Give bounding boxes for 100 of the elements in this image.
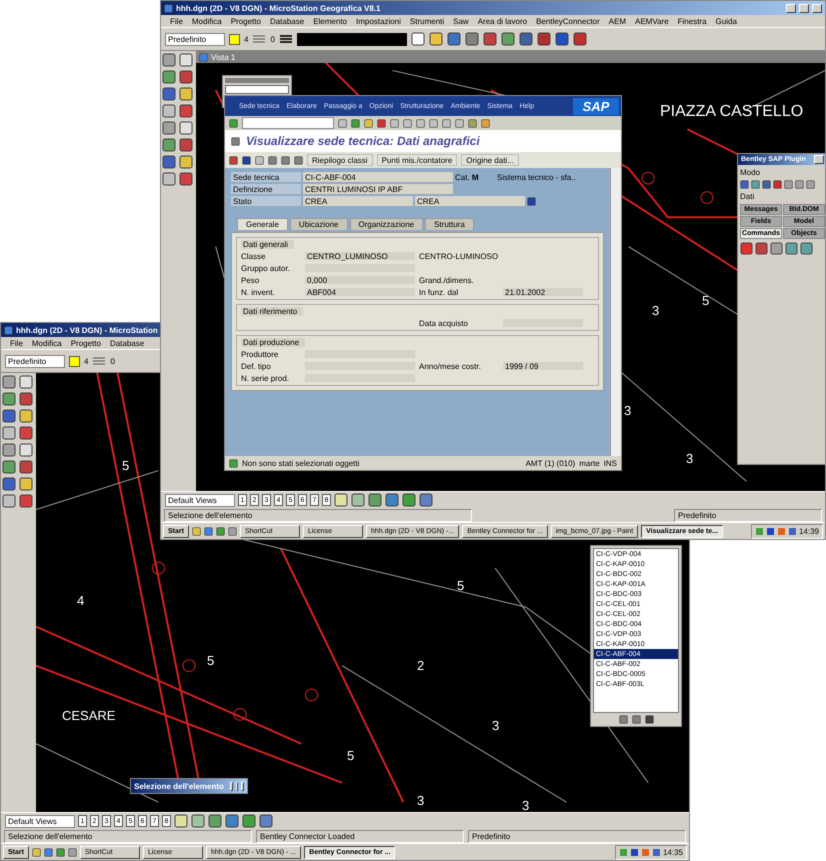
tool-icon[interactable] — [19, 392, 33, 406]
toolbar-icon[interactable] — [446, 32, 461, 46]
tool-icon[interactable] — [162, 87, 176, 101]
tool-icon[interactable] — [179, 87, 193, 101]
menu-item[interactable]: Database — [268, 16, 306, 26]
view-tool-icon[interactable] — [351, 493, 365, 507]
tool-icon[interactable] — [2, 392, 16, 406]
tool-icon[interactable] — [162, 104, 176, 118]
app-toolbar-button[interactable]: Origine dati... — [461, 154, 519, 166]
tool-icon[interactable] — [162, 53, 176, 67]
command-field[interactable] — [242, 117, 334, 129]
level-combo[interactable]: Predefinito — [5, 354, 65, 368]
tool-icon[interactable] — [179, 121, 193, 135]
menu-item[interactable]: Modifica — [190, 16, 223, 26]
menu-item[interactable]: Elemento — [312, 16, 348, 26]
tool-icon[interactable] — [2, 477, 16, 491]
menu-item[interactable]: Area di lavoro — [476, 16, 528, 26]
app-icon[interactable] — [4, 326, 13, 334]
view-tool-icon[interactable] — [334, 493, 348, 507]
command-icon[interactable] — [755, 242, 768, 255]
tab[interactable]: Ubicazione — [290, 218, 348, 230]
menu-item[interactable]: Strumenti — [408, 16, 446, 26]
menu-item[interactable]: AEMVare — [634, 16, 670, 26]
tab[interactable]: Struttura — [425, 218, 474, 230]
menu-item[interactable]: Modifica — [30, 338, 63, 348]
command-icon[interactable] — [800, 242, 813, 255]
tool-icon[interactable] — [162, 70, 176, 84]
menu-item[interactable]: File — [9, 338, 24, 348]
close-button[interactable] — [814, 155, 824, 164]
tool-icon[interactable] — [19, 426, 33, 440]
toolbar-icon[interactable] — [464, 32, 479, 46]
menu-item[interactable]: Impostazioni — [354, 16, 402, 26]
view-tool-icon[interactable] — [419, 493, 433, 507]
toolbar-icon[interactable] — [554, 32, 569, 46]
style-value[interactable]: 0 — [110, 356, 115, 366]
view-tool-icon[interactable] — [174, 814, 188, 828]
style-value[interactable]: 0 — [270, 34, 275, 44]
field-value[interactable]: CI-C-ABF-004 — [303, 172, 453, 182]
field-value[interactable]: CREA — [303, 196, 413, 206]
app-toolbar-button[interactable]: Riepilogo classi — [307, 154, 373, 166]
toolbar-icon[interactable] — [482, 32, 497, 46]
tool-icon[interactable] — [179, 138, 193, 152]
app-icon[interactable] — [164, 4, 173, 12]
tool-icon[interactable] — [19, 375, 33, 389]
color-value[interactable]: 4 — [244, 34, 248, 44]
color-swatch[interactable] — [69, 356, 80, 366]
view-tool-icon[interactable] — [385, 493, 399, 507]
field-value[interactable]: 1999 / 09 — [503, 362, 583, 370]
tool-icon[interactable] — [162, 138, 176, 152]
color-swatch[interactable] — [229, 34, 240, 44]
toolbar-icon[interactable] — [572, 32, 587, 46]
line-style-icon[interactable] — [252, 34, 266, 44]
menu-item[interactable]: Saw — [452, 16, 470, 26]
view-tool-icon[interactable] — [242, 814, 256, 828]
toolbar-icon[interactable] — [536, 32, 551, 46]
tool-icon[interactable] — [162, 155, 176, 169]
info-icon[interactable] — [527, 196, 536, 206]
toolbar-icon[interactable] — [410, 32, 425, 46]
enter-icon[interactable] — [229, 118, 238, 128]
view-icon[interactable] — [199, 52, 208, 62]
tab[interactable]: Generale — [237, 218, 288, 230]
tool-icon[interactable] — [179, 172, 193, 186]
tool-icon[interactable] — [19, 443, 33, 457]
tool-icon[interactable] — [19, 460, 33, 474]
field-value[interactable]: 0,000 — [305, 276, 415, 284]
tool-icon[interactable] — [2, 460, 16, 474]
level-combo[interactable]: Predefinito — [165, 32, 225, 46]
tool-icon[interactable] — [2, 443, 16, 457]
tool-icon[interactable] — [162, 121, 176, 135]
tool-icon[interactable] — [2, 494, 16, 508]
menu-item[interactable]: BentleyConnector — [535, 16, 601, 26]
tool-icon[interactable] — [2, 375, 16, 389]
menu-item[interactable]: Progetto — [230, 16, 262, 26]
view-tool-icon[interactable] — [191, 814, 205, 828]
view-tool-icon[interactable] — [225, 814, 239, 828]
color-value[interactable]: 4 — [84, 356, 88, 366]
line-style-icon[interactable] — [92, 356, 106, 366]
view-tool-icon[interactable] — [402, 493, 416, 507]
tool-icon[interactable] — [19, 494, 33, 508]
field-value[interactable]: ABF004 — [305, 288, 415, 296]
app-toolbar-button[interactable]: Punti mis./contatore — [376, 154, 458, 166]
toolbar-icon[interactable] — [500, 32, 515, 46]
tool-icon[interactable] — [19, 409, 33, 423]
menu-item[interactable]: AEM — [608, 16, 627, 26]
toolbar-icon[interactable] — [428, 32, 443, 46]
sap-title-icon[interactable] — [231, 136, 240, 146]
field-value[interactable]: CREA — [415, 196, 525, 206]
menu-item[interactable]: Progetto — [70, 338, 102, 348]
menu-item[interactable]: Finestra — [676, 16, 708, 26]
menu-item[interactable]: Database — [108, 338, 146, 348]
line-weight-icon[interactable] — [278, 34, 293, 44]
views-combo[interactable]: Default Views — [165, 494, 235, 506]
field-value[interactable]: CENTRO_LUMINOSO — [305, 252, 415, 260]
views-combo[interactable]: Default Views — [5, 814, 75, 828]
tool-icon[interactable] — [179, 53, 193, 67]
tool-icon[interactable] — [162, 172, 176, 186]
tool-icon[interactable] — [2, 426, 16, 440]
tab[interactable]: Organizzazione — [350, 218, 424, 230]
toolbar-icon[interactable] — [518, 32, 533, 46]
tool-icon[interactable] — [19, 477, 33, 491]
